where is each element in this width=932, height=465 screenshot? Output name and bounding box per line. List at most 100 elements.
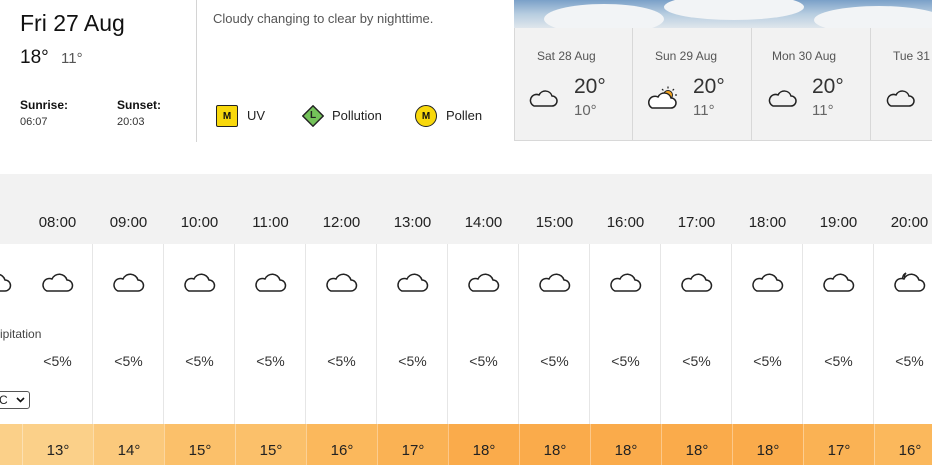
- column-divider: [518, 244, 519, 424]
- cloud-icon: [326, 273, 358, 292]
- day-high-temp: 20°: [574, 75, 606, 98]
- cloud-icon: [255, 273, 287, 292]
- pollen-label[interactable]: Pollen: [446, 108, 482, 123]
- temp-cell: 16°: [874, 424, 932, 465]
- day-name: Mon 30 Aug: [772, 49, 837, 63]
- cloud-icon: [681, 273, 713, 292]
- column-divider: [92, 244, 93, 424]
- cloud-icon: [529, 90, 558, 107]
- cloud-icon: [752, 273, 784, 292]
- hour-label[interactable]: 19:00: [803, 214, 874, 231]
- precip-value: <5%: [114, 353, 143, 369]
- column-divider: [447, 244, 448, 424]
- temperature-unit-select[interactable]: C: [0, 391, 30, 409]
- temp-cell: 17°: [377, 424, 448, 465]
- column-divider: [163, 244, 164, 424]
- precipitation-label: ipitation: [0, 327, 42, 341]
- unit-select-value: C: [0, 393, 8, 407]
- cloud-icon: [768, 90, 797, 107]
- cloud-icon: [42, 273, 74, 292]
- hourly-header-band: [0, 174, 932, 244]
- cloud-icon: [397, 273, 429, 292]
- sun-behind-cloud-icon: [648, 86, 677, 109]
- temp-cell: 18°: [732, 424, 803, 465]
- today-high-temp: 18°: [20, 47, 49, 68]
- hour-label[interactable]: 10:00: [164, 214, 235, 231]
- precip-value: <5%: [753, 353, 782, 369]
- cloud-icon: [539, 273, 571, 292]
- precip-value: <5%: [895, 353, 924, 369]
- cloud-icon: [113, 273, 145, 292]
- temp-cell: [0, 424, 22, 465]
- pollen-badge[interactable]: M: [415, 105, 437, 127]
- hour-label[interactable]: 09:00: [93, 214, 164, 231]
- column-divider: [731, 244, 732, 424]
- hour-label[interactable]: 15:00: [519, 214, 590, 231]
- precip-value: %: [0, 353, 22, 369]
- temp-cell: 13°: [22, 424, 93, 465]
- day-low-temp: 11°: [812, 102, 834, 119]
- temp-cell: 18°: [519, 424, 590, 465]
- precip-value: <5%: [43, 353, 72, 369]
- hour-label[interactable]: 20:00: [874, 214, 932, 231]
- day-high-temp: 20°: [693, 75, 725, 98]
- column-divider: [873, 244, 874, 424]
- hour-label[interactable]: 13:00: [377, 214, 448, 231]
- day-name: Sun 29 Aug: [655, 49, 718, 63]
- weather-summary: Cloudy changing to clear by nighttime.: [213, 11, 434, 26]
- day-name: Tue 31: [893, 49, 930, 63]
- temp-cell: 18°: [590, 424, 661, 465]
- sky-image: [514, 0, 932, 28]
- hour-label[interactable]: 17:00: [661, 214, 732, 231]
- cloud-icon: [184, 273, 216, 292]
- day-high-temp: 20°: [812, 75, 844, 98]
- column-divider: [660, 244, 661, 424]
- column-divider: [802, 244, 803, 424]
- temp-cell: 16°: [306, 424, 377, 465]
- cloud-icon: [0, 273, 12, 292]
- chevron-down-icon: [16, 397, 25, 403]
- sunset-label: Sunset:: [117, 98, 162, 112]
- cloud-icon: [610, 273, 642, 292]
- temp-cell: 15°: [235, 424, 306, 465]
- column-divider: [589, 244, 590, 424]
- temp-cell: 15°: [164, 424, 235, 465]
- hour-label: 0: [0, 214, 22, 231]
- today-low-temp: 11°: [61, 50, 83, 67]
- sunset-time: 20:03: [117, 116, 145, 128]
- temp-cell: 17°: [803, 424, 874, 465]
- precip-value: <5%: [256, 353, 285, 369]
- sunrise-label: Sunrise:: [20, 98, 69, 112]
- daily-card-mon[interactable]: Mon 30 Aug 20° 11°: [752, 28, 870, 141]
- precip-value: <5%: [824, 353, 853, 369]
- sunrise-time: 06:07: [20, 116, 48, 128]
- hour-label[interactable]: 08:00: [22, 214, 93, 231]
- daily-card-sun[interactable]: Sun 29 Aug 20° 11°: [633, 28, 751, 141]
- temp-cell: 14°: [93, 424, 164, 465]
- uv-label[interactable]: UV: [247, 108, 265, 123]
- column-divider: [305, 244, 306, 424]
- day-name: Sat 28 Aug: [537, 49, 596, 63]
- partly-cloudy-night-icon: [894, 272, 926, 292]
- daily-card-sat[interactable]: Sat 28 Aug 20° 10°: [514, 28, 632, 141]
- hour-label[interactable]: 14:00: [448, 214, 519, 231]
- hour-label[interactable]: 12:00: [306, 214, 377, 231]
- cloud-icon: [468, 273, 500, 292]
- day-low-temp: 10°: [574, 102, 597, 119]
- hour-label[interactable]: 16:00: [590, 214, 661, 231]
- cloud-icon: [886, 90, 915, 107]
- precip-value: <5%: [611, 353, 640, 369]
- precip-value: <5%: [327, 353, 356, 369]
- pollution-label[interactable]: Pollution: [332, 108, 382, 123]
- day-low-temp: 11°: [693, 102, 715, 119]
- column-divider: [234, 244, 235, 424]
- summary-divider: [196, 0, 197, 142]
- cloud-icon: [823, 273, 855, 292]
- hour-label[interactable]: 18:00: [732, 214, 803, 231]
- precip-value: <5%: [185, 353, 214, 369]
- temp-cell: 18°: [448, 424, 519, 465]
- uv-badge[interactable]: M: [216, 105, 238, 127]
- hour-label[interactable]: 11:00: [235, 214, 306, 231]
- pollution-badge[interactable]: L: [301, 104, 325, 128]
- daily-card-tue[interactable]: Tue 31: [871, 28, 932, 141]
